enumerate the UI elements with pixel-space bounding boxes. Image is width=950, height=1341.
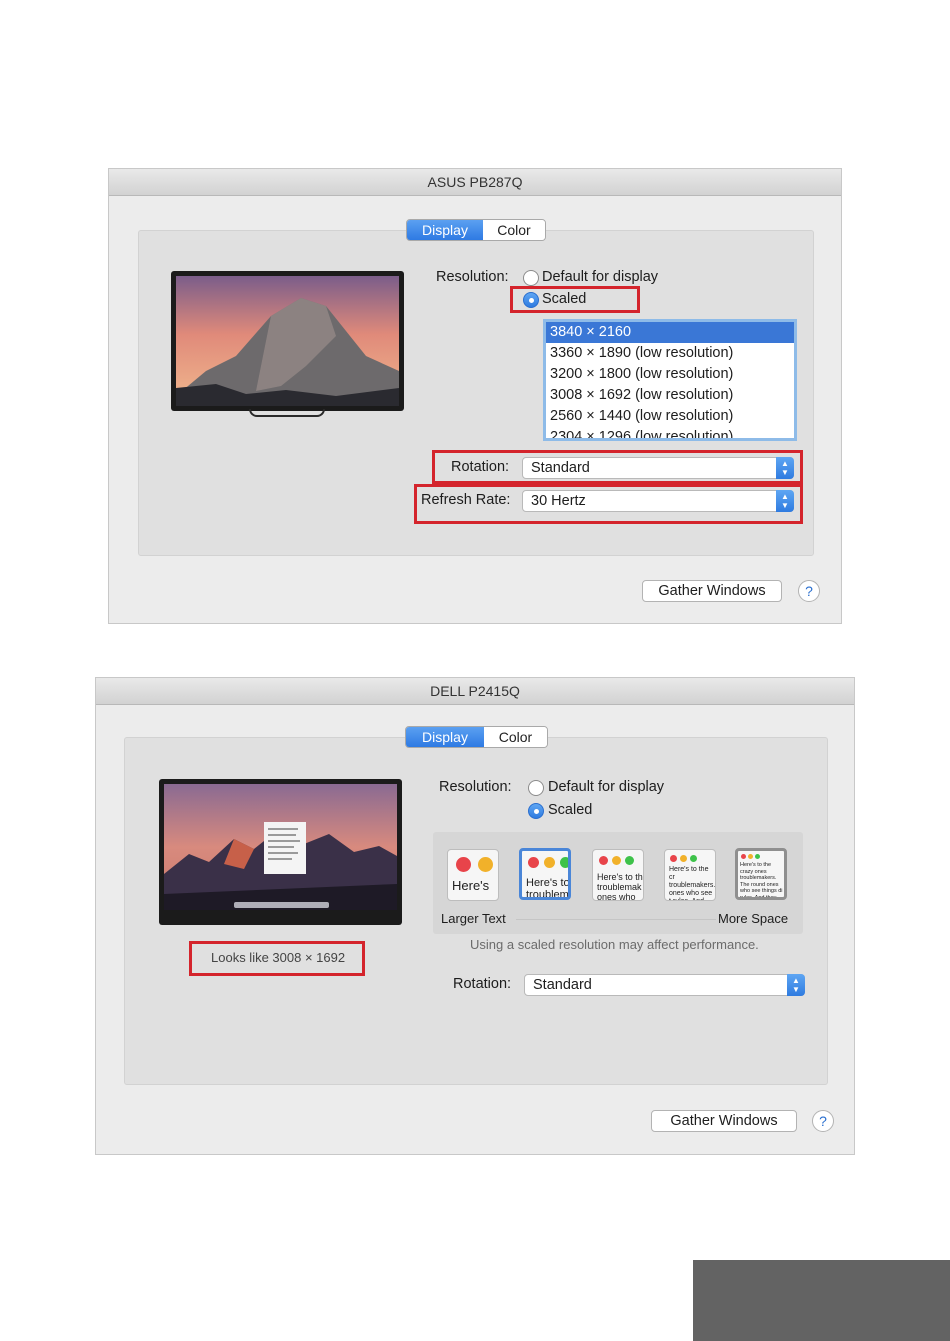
desktop-wallpaper-image [164,784,397,910]
resolution-option[interactable]: 2304 × 1296 (low resolution) [546,427,794,438]
radio-default-for-display[interactable] [523,270,539,286]
tab-bar: Display Color [406,219,546,241]
tab-color[interactable]: Color [483,220,545,240]
scale-option-3[interactable]: Here's to th troublemak ones who [592,849,644,901]
display-prefs-window-dell: DELL P2415Q Display Color Looks like 300… [95,677,855,1155]
tab-bar: Display Color [405,726,548,748]
resolution-option[interactable]: 3840 × 2160 [546,322,794,343]
resolution-option[interactable]: 3200 × 1800 (low resolution) [546,364,794,385]
resolution-label: Resolution: [436,269,509,285]
help-button[interactable]: ? [798,580,820,602]
red-dot-icon [528,857,539,868]
green-dot-icon [560,857,568,868]
scale-option-4[interactable]: Here's to the cr troublemakers. ones who… [664,849,716,901]
radio-scaled[interactable] [528,803,544,819]
resolution-option[interactable]: 2560 × 1440 (low resolution) [546,406,794,427]
larger-text-label: Larger Text [441,911,506,926]
monitor-preview [159,779,402,925]
thumb-text: Here's to the cr troublemakers. ones who… [669,866,716,900]
yellow-dot-icon [544,857,555,868]
default-for-display-label: Default for display [548,779,665,795]
red-dot-icon [599,856,608,865]
tab-display[interactable]: Display [406,727,484,747]
scale-option-more-space[interactable]: Here's to the crazy ones troublemakers. … [735,848,787,900]
resolution-option[interactable]: 3360 × 1890 (low resolution) [546,343,794,364]
scaled-label: Scaled [548,802,593,818]
resolution-option[interactable]: 3008 × 1692 (low resolution) [546,385,794,406]
window-title: DELL P2415Q [96,678,854,705]
desktop-wallpaper-image [176,276,399,406]
page-corner-block [693,1260,950,1341]
display-prefs-window-asus: ASUS PB287Q Display Color Resolution: De… [108,168,842,624]
red-dot-icon [741,854,746,859]
scale-divider [516,919,716,920]
gather-windows-button[interactable]: Gather Windows [651,1110,797,1132]
rotation-value: Standard [533,977,592,993]
yellow-dot-icon [478,857,493,872]
radio-default-for-display[interactable] [528,780,544,796]
tab-display[interactable]: Display [407,220,483,240]
resolution-list[interactable]: 3840 × 2160 3360 × 1890 (low resolution)… [543,319,797,441]
rotation-label: Rotation: [453,976,512,992]
yellow-dot-icon [680,855,687,862]
resolution-label: Resolution: [439,779,512,795]
rotation-select[interactable]: Standard ▲ ▼ [524,974,805,996]
select-stepper-icon: ▲ ▼ [787,974,805,996]
highlight-rotation [432,450,803,484]
thumb-text: Here's [452,880,490,892]
red-dot-icon [670,855,677,862]
yellow-dot-icon [612,856,621,865]
help-button[interactable]: ? [812,1110,834,1132]
monitor-stand [249,409,325,417]
highlight-scaled [510,286,640,313]
green-dot-icon [755,854,760,859]
thumb-text: Here's to the crazy ones troublemakers. … [740,862,783,900]
yellow-dot-icon [748,854,753,859]
highlight-looks-like [189,941,365,976]
performance-note: Using a scaled resolution may affect per… [470,937,759,952]
red-dot-icon [456,857,471,872]
scale-option-2[interactable]: Here's to troublem [519,848,571,900]
scale-option-larger-text[interactable]: Here's [447,849,499,901]
green-dot-icon [625,856,634,865]
monitor-preview [171,271,404,411]
default-for-display-label: Default for display [542,269,659,285]
highlight-refresh-rate [414,484,803,524]
more-space-label: More Space [718,911,789,926]
green-dot-icon [690,855,697,862]
gather-windows-button[interactable]: Gather Windows [642,580,782,602]
window-title: ASUS PB287Q [109,169,841,196]
thumb-text: Here's to th troublemak ones who [597,872,643,901]
thumb-text: Here's to troublem [526,877,570,900]
tab-color[interactable]: Color [484,727,547,747]
